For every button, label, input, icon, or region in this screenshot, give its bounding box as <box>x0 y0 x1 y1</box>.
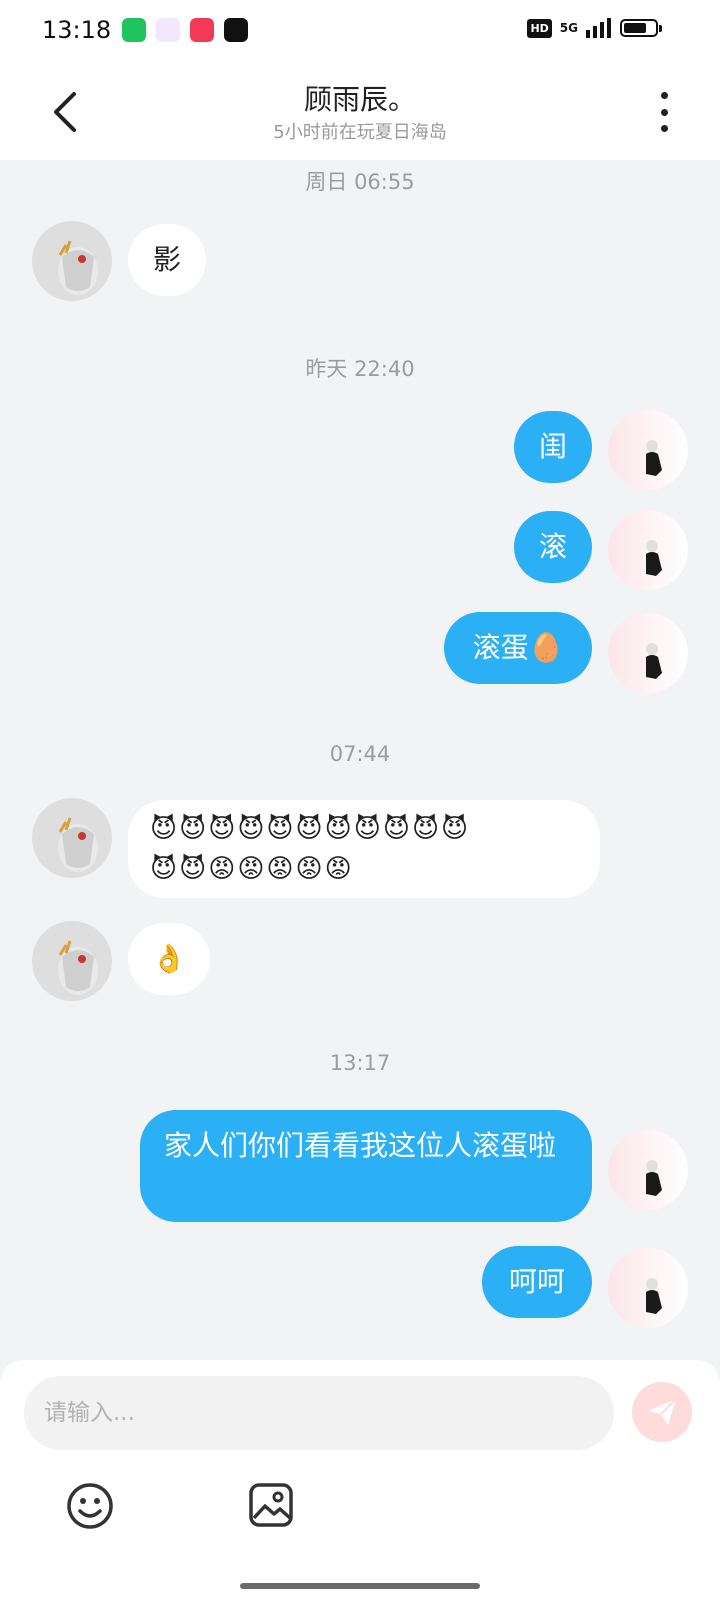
contact-avatar[interactable] <box>32 221 112 301</box>
message-bubble[interactable]: 影 <box>128 224 206 296</box>
user-avatar[interactable] <box>608 510 688 590</box>
contact-name: 顾雨辰。 <box>303 83 416 116</box>
smile-icon <box>67 1483 113 1529</box>
status-time: 13:18 <box>42 16 112 44</box>
avatar-image <box>646 540 662 576</box>
image-button[interactable] <box>248 1482 294 1528</box>
message-text: 👌 <box>151 942 187 975</box>
signal-icon <box>586 18 611 38</box>
message-text: 😈😈😈😈😈😈😈😈😈😈😈 <box>150 814 471 844</box>
message-bubble[interactable]: 👌 <box>128 923 210 995</box>
network-label: 5G <box>559 21 578 35</box>
user-avatar[interactable] <box>608 410 688 490</box>
message-text: 呵呵 <box>508 1265 565 1298</box>
message-text: 滚 <box>538 530 567 563</box>
timestamp: 周日 06:55 <box>305 170 415 194</box>
timestamp: 昨天 22:40 <box>305 357 415 381</box>
message-text: 滚蛋🥚 <box>472 631 564 664</box>
video-app-icon <box>190 18 214 42</box>
avatar-image <box>646 643 662 679</box>
composer: 请输入... <box>0 1360 720 1600</box>
hd-badge: HD <box>527 18 552 38</box>
status-indicators: HD 5G <box>527 18 662 38</box>
message-bubble[interactable]: 家人们你们看看我这位人滚蛋啦 <box>140 1110 592 1222</box>
message-bubble[interactable]: 滚蛋🥚 <box>444 612 592 684</box>
more-dot-icon <box>660 92 668 99</box>
chat-header: 顾雨辰。 5小时前在玩夏日海岛 <box>0 64 720 160</box>
more-dot-icon <box>660 108 668 116</box>
send-button[interactable] <box>632 1382 692 1442</box>
contact-status: 5小时前在玩夏日海岛 <box>273 122 447 143</box>
message-text: 家人们你们看看我这位人滚蛋啦 <box>164 1129 557 1162</box>
home-indicator[interactable] <box>240 1583 480 1589</box>
capcut-app-icon <box>224 18 248 42</box>
avatar-image <box>58 817 98 872</box>
more-dot-icon <box>660 125 668 132</box>
timestamp: 13:17 <box>329 1051 391 1075</box>
message-text: 😈😈😡😡😡😡😡 <box>150 854 354 884</box>
cloud-app-icon <box>156 18 180 42</box>
contact-avatar[interactable] <box>32 798 112 878</box>
message-bubble[interactable]: 呵呵 <box>482 1246 592 1318</box>
message-bubble[interactable]: 😈😈😈😈😈😈😈😈😈😈😈 😈😈😡😡😡😡😡 <box>128 800 600 898</box>
emoji-button[interactable] <box>66 1482 114 1530</box>
send-icon <box>648 1398 677 1425</box>
user-avatar[interactable] <box>608 1130 688 1210</box>
message-text: 闺 <box>538 430 567 463</box>
status-bar: 13:18 HD 5G <box>0 0 720 64</box>
timestamp: 07:44 <box>329 742 391 766</box>
status-app-icons <box>122 18 248 42</box>
message-text: 影 <box>152 243 181 276</box>
user-avatar[interactable] <box>608 613 688 693</box>
message-input[interactable]: 请输入... <box>24 1376 614 1450</box>
contact-avatar[interactable] <box>32 921 112 1001</box>
avatar-image <box>646 440 662 476</box>
image-icon <box>249 1483 293 1527</box>
avatar-image <box>646 1160 662 1196</box>
avatar-image <box>646 1278 662 1314</box>
phone-app-icon <box>122 18 146 42</box>
battery-icon <box>620 19 662 37</box>
message-bubble[interactable]: 闺 <box>514 411 592 483</box>
avatar-image <box>58 940 98 995</box>
user-avatar[interactable] <box>608 1248 688 1328</box>
avatar-image <box>58 240 98 295</box>
message-bubble[interactable]: 滚 <box>514 511 592 583</box>
more-options-button[interactable] <box>652 92 676 132</box>
